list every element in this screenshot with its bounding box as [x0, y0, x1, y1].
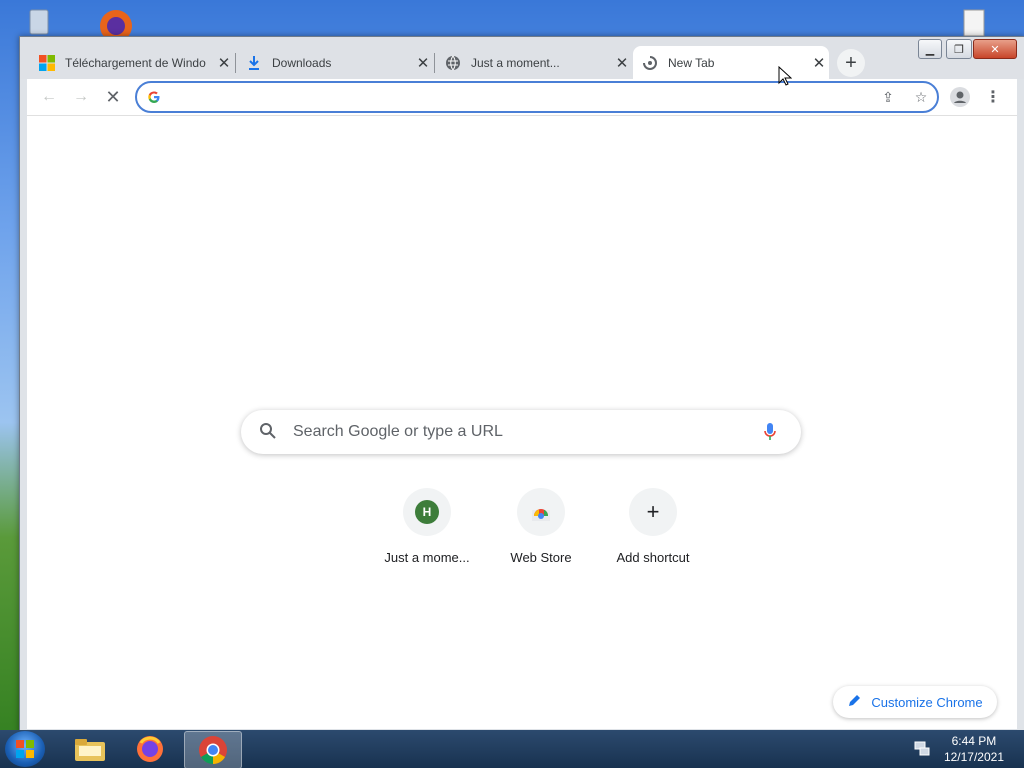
search-box[interactable]: Search Google or type a URL [241, 410, 801, 454]
start-button[interactable] [5, 731, 45, 767]
tab-telechargement[interactable]: Téléchargement de Windo ✕ [30, 46, 234, 79]
plus-icon: + [845, 51, 857, 74]
browser-window: Téléchargement de Windo ✕ Downloads ✕ Ju… [19, 36, 1024, 734]
shortcut-web-store[interactable]: Web Store [485, 488, 597, 565]
forward-button[interactable]: → [69, 85, 93, 109]
shortcut-tile: H [403, 488, 451, 536]
tab-downloads[interactable]: Downloads ✕ [237, 46, 433, 79]
tab-separator [235, 53, 236, 73]
loading-icon [641, 54, 659, 72]
taskbar-chrome[interactable] [184, 731, 242, 768]
search-icon [259, 422, 277, 445]
taskbar-firefox[interactable] [122, 731, 178, 767]
recycle-bin-icon[interactable] [22, 6, 56, 36]
document-desktop-icon[interactable] [956, 8, 992, 37]
address-bar[interactable]: ⇪ ☆ [135, 81, 939, 113]
clock[interactable]: 6:44 PM 12/17/2021 [944, 733, 1004, 765]
windows-logo-icon [16, 740, 34, 758]
google-g-icon [143, 87, 165, 107]
shortcut-label: Just a mome... [384, 550, 470, 565]
tab-strip: Téléchargement de Windo ✕ Downloads ✕ Ju… [20, 37, 1024, 79]
maximize-button[interactable]: ❐ [946, 39, 972, 59]
menu-button[interactable]: ⋮ [981, 85, 1005, 109]
shortcut-tile: + [629, 488, 677, 536]
new-tab-button[interactable]: + [837, 49, 865, 77]
web-store-icon [532, 509, 550, 521]
close-icon[interactable]: ✕ [809, 54, 829, 72]
mouse-cursor [778, 65, 793, 91]
new-tab-page: Search Google or type a URL H Just a mom… [27, 116, 1017, 729]
plus-icon: + [646, 499, 660, 524]
chrome-icon [199, 736, 227, 764]
profile-button[interactable] [948, 85, 972, 109]
taskbar-file-explorer[interactable] [62, 731, 118, 767]
globe-icon [444, 54, 462, 72]
profile-icon [950, 87, 970, 107]
download-icon [245, 54, 263, 72]
address-input[interactable] [171, 87, 865, 107]
customize-label: Customize Chrome [871, 694, 983, 710]
pencil-icon [847, 694, 861, 711]
close-icon[interactable]: ✕ [612, 54, 632, 72]
firefox-icon [137, 736, 163, 762]
clock-date: 12/17/2021 [943, 750, 1004, 764]
customize-chrome-button[interactable]: Customize Chrome [833, 686, 997, 718]
microphone-icon[interactable] [763, 422, 777, 447]
taskbar: 6:44 PM 12/17/2021 [0, 730, 1024, 768]
clock-time: 6:44 PM [951, 734, 997, 748]
tab-title: Just a moment... [471, 55, 560, 70]
close-window-button[interactable]: ✕ [973, 39, 1017, 59]
search-placeholder: Search Google or type a URL [293, 423, 503, 440]
tab-just-a-moment[interactable]: Just a moment... ✕ [436, 46, 632, 79]
tab-title: Téléchargement de Windo [65, 55, 206, 70]
shortcut-add[interactable]: + Add shortcut [597, 488, 709, 565]
tab-title: Downloads [272, 55, 332, 70]
toolbar: ← → ✕ ⇪ ☆ ⋮ [27, 79, 1017, 116]
letter-avatar: H [415, 500, 439, 524]
shortcut-tile [517, 488, 565, 536]
minimize-button[interactable]: ▁ [918, 39, 942, 59]
network-tray-icon[interactable] [914, 740, 930, 761]
tab-new-tab[interactable]: New Tab ✕ [633, 46, 829, 79]
stop-loading-button[interactable]: ✕ [101, 85, 125, 109]
shortcut-label: Add shortcut [616, 550, 690, 565]
close-icon[interactable]: ✕ [413, 54, 433, 72]
bookmark-star-icon[interactable]: ☆ [910, 87, 932, 107]
share-icon[interactable]: ⇪ [877, 87, 899, 107]
microsoft-logo-icon [38, 54, 56, 72]
firefox-desktop-icon[interactable] [94, 4, 140, 42]
back-button[interactable]: ← [37, 85, 61, 109]
shortcut-label: Web Store [510, 550, 572, 565]
shortcut-just-a-moment[interactable]: H Just a mome... [371, 488, 483, 565]
folder-icon [75, 739, 105, 761]
close-icon[interactable]: ✕ [214, 54, 234, 72]
tab-separator [434, 53, 435, 73]
